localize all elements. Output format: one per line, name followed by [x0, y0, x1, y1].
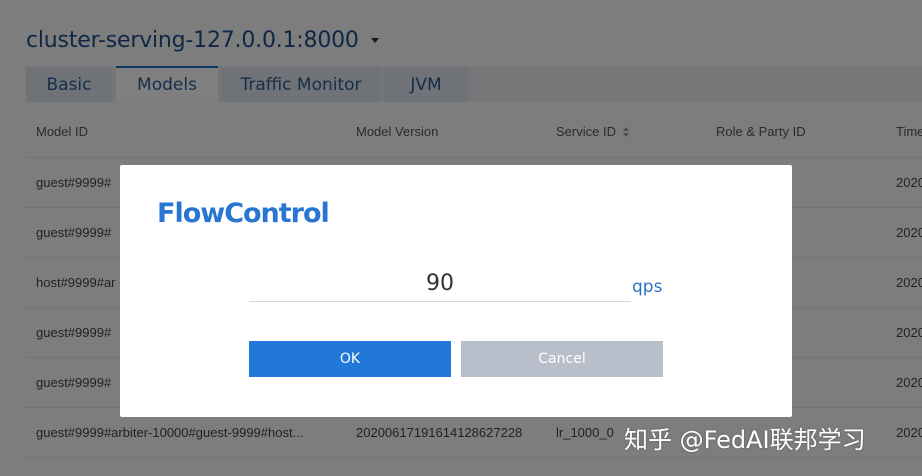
ok-button[interactable]: OK — [249, 341, 451, 377]
flow-control-dialog: FlowControl qps OK Cancel — [120, 165, 792, 417]
dialog-title: FlowControl — [157, 198, 330, 229]
qps-unit-label: qps — [632, 277, 663, 297]
watermark: 知乎 @FedAI联邦学习 — [624, 426, 866, 454]
qps-input-wrapper — [249, 266, 631, 302]
cancel-button[interactable]: Cancel — [461, 341, 663, 377]
qps-input[interactable] — [249, 266, 631, 301]
